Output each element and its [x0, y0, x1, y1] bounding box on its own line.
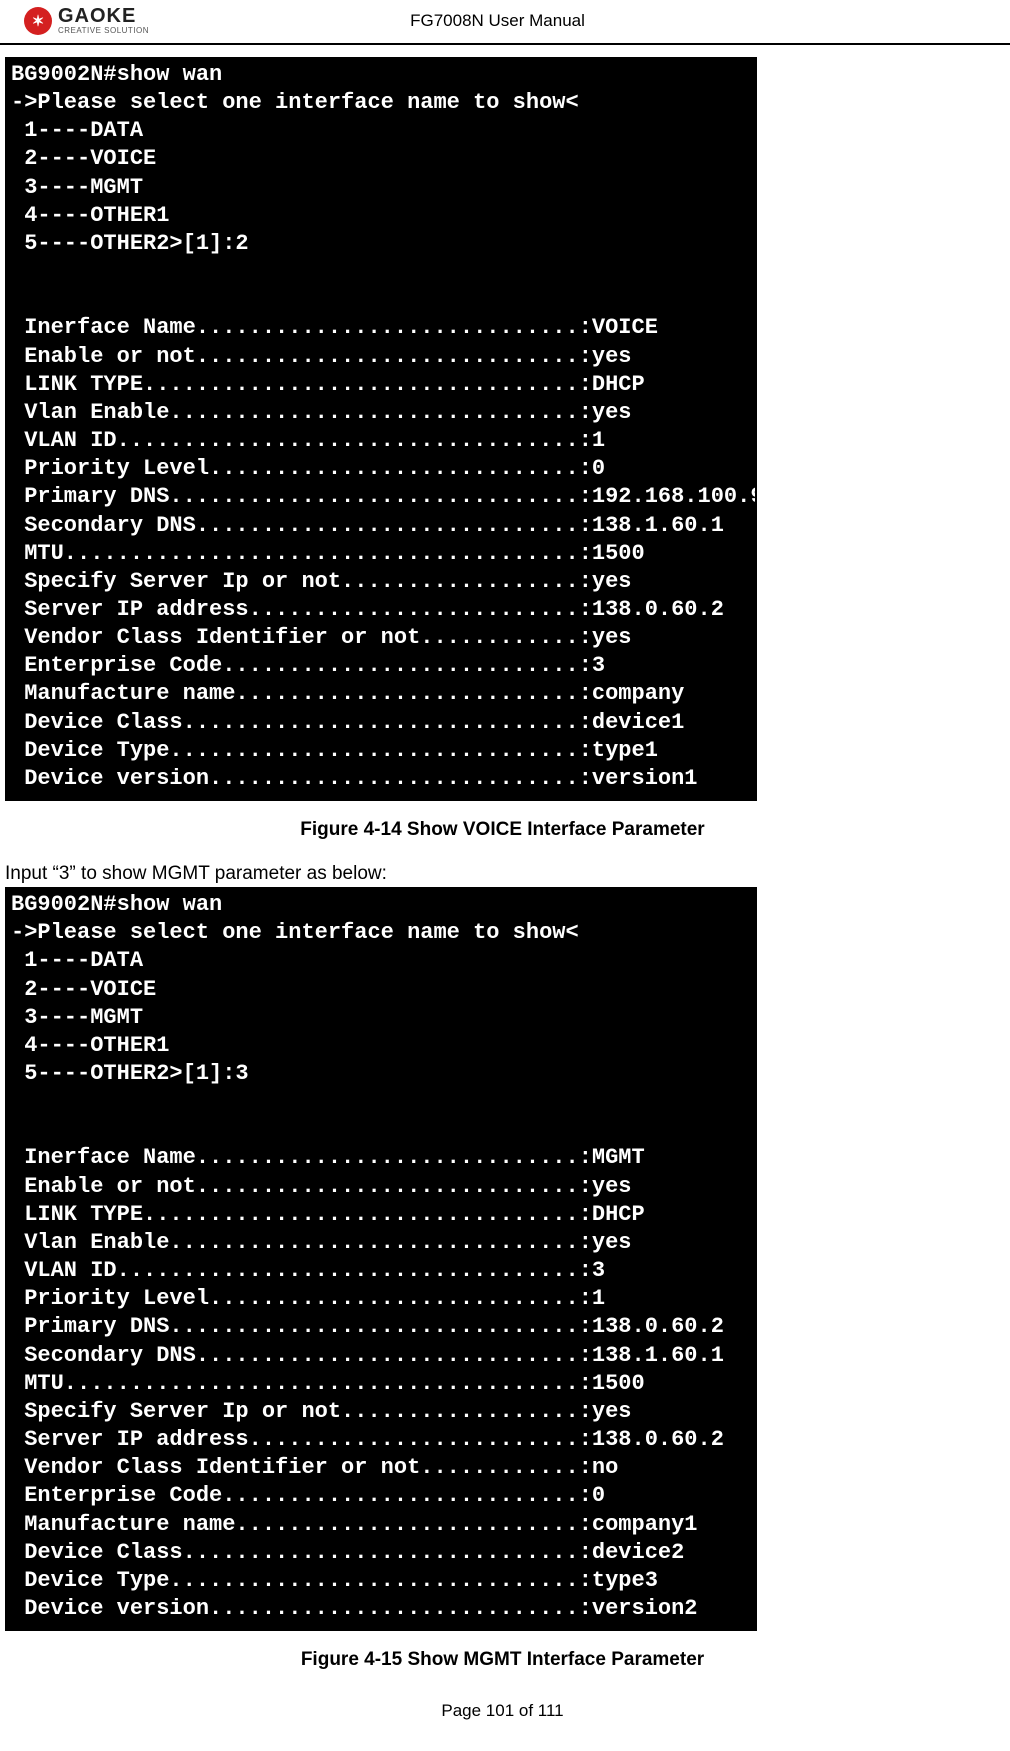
logo-icon: ✶	[24, 7, 52, 35]
doc-title: FG7008N User Manual	[149, 11, 846, 31]
figure-caption-4-15: Figure 4-15 Show MGMT Interface Paramete…	[5, 1649, 1000, 1671]
figure-caption-4-14: Figure 4-14 Show VOICE Interface Paramet…	[5, 819, 1000, 841]
doc-header: ✶ GAOKE CREATIVE SOLUTION FG7008N User M…	[0, 0, 1010, 45]
instruction-text: Input “3” to show MGMT parameter as belo…	[5, 863, 1000, 885]
logo: ✶ GAOKE CREATIVE SOLUTION	[24, 6, 149, 35]
page-number: Page 101 of 111	[5, 1701, 1000, 1721]
logo-text: GAOKE	[58, 6, 149, 26]
terminal-figure-4-15: BG9002N#show wan ->Please select one int…	[5, 887, 757, 1631]
logo-subtext: CREATIVE SOLUTION	[58, 27, 149, 35]
terminal-figure-4-14: BG9002N#show wan ->Please select one int…	[5, 57, 757, 801]
